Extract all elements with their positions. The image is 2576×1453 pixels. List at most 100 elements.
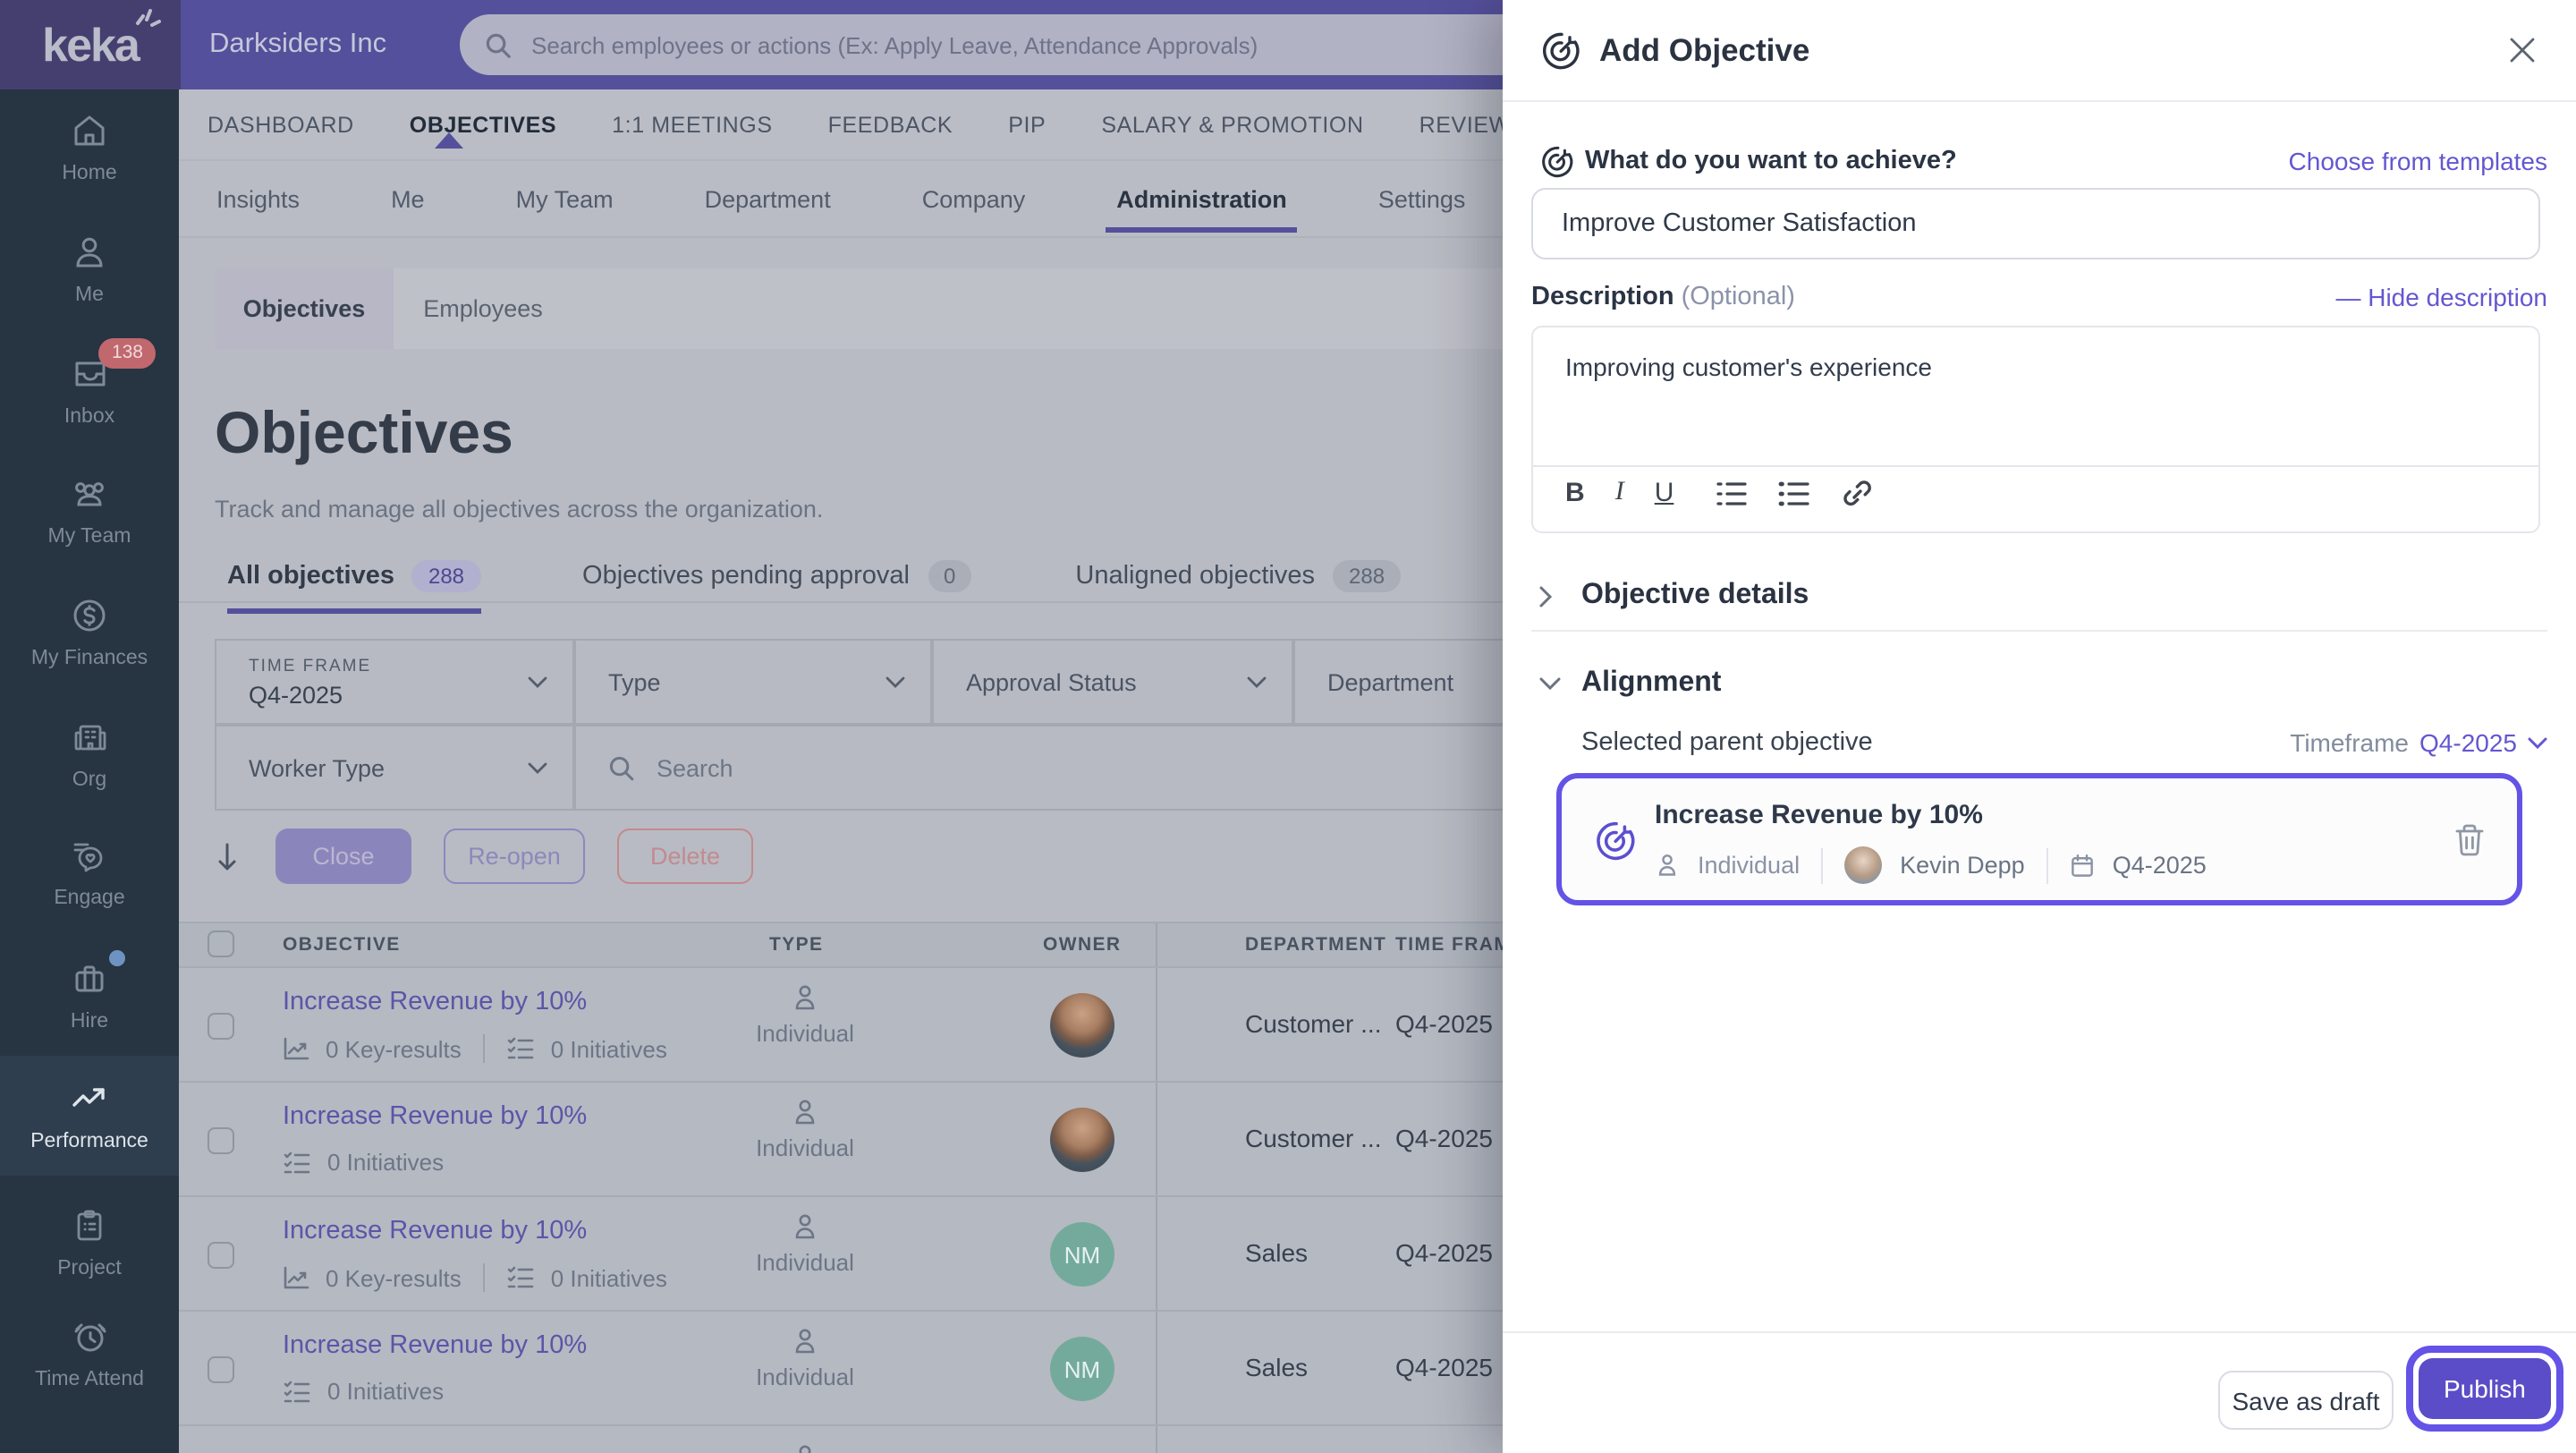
tab-feedback[interactable]: FEEDBACK — [828, 112, 953, 137]
bold-icon[interactable]: B — [1565, 478, 1585, 508]
initiatives-count: 0 Initiatives — [327, 1149, 444, 1176]
view-tab-objectives[interactable]: Objectives — [215, 268, 394, 349]
select-all-checkbox[interactable] — [208, 930, 234, 957]
objective-name-input[interactable] — [1531, 188, 2540, 259]
link-icon[interactable] — [1840, 478, 1872, 508]
row-checkbox[interactable] — [208, 1127, 234, 1154]
sidebar-item-org[interactable]: Org — [0, 714, 179, 818]
alignment-section[interactable]: Alignment — [1503, 657, 2576, 710]
sidebar-item-time-attend[interactable]: Time Attend — [0, 1313, 179, 1417]
sidebar-item-my-finances[interactable]: My Finances — [0, 592, 179, 696]
initiatives-count: 0 Initiatives — [551, 1264, 667, 1291]
objective-details-section[interactable]: Objective details — [1503, 569, 2576, 623]
department-cell: Sales — [1245, 1238, 1308, 1267]
tab-unaligned-objectives[interactable]: Unaligned objectives 288 — [1075, 560, 1401, 614]
logo-spark-icon — [135, 7, 164, 32]
ordered-list-icon[interactable] — [1715, 479, 1747, 507]
owner-avatar[interactable] — [1050, 993, 1114, 1058]
sidebar-item-me[interactable]: Me — [0, 229, 179, 333]
subtab-me[interactable]: Me — [387, 166, 428, 232]
subtab-settings[interactable]: Settings — [1375, 166, 1470, 232]
owner-avatar[interactable] — [1050, 1108, 1114, 1172]
tab-1-1-meetings[interactable]: 1:1 MEETINGS — [612, 112, 772, 137]
row-checkbox[interactable] — [208, 1242, 234, 1269]
choose-from-templates-link[interactable]: Choose from templates — [2289, 147, 2547, 175]
save-as-draft-button[interactable]: Save as draft — [2218, 1371, 2394, 1430]
sidebar-item-performance[interactable]: Performance — [0, 1075, 179, 1179]
bullet-list-icon[interactable] — [1777, 479, 1809, 507]
tab-all-objectives[interactable]: All objectives 288 — [227, 560, 480, 614]
tab-pending-approval[interactable]: Objectives pending approval 0 — [582, 560, 971, 614]
objective-target-icon — [1538, 29, 1583, 73]
selected-parent-objective-card[interactable]: Increase Revenue by 10% Individual Kevin… — [1556, 773, 2522, 905]
logo-text: keka — [42, 18, 139, 72]
close-button[interactable]: Close — [275, 828, 411, 884]
target-icon — [1592, 818, 1639, 864]
publish-button[interactable]: Publish — [2419, 1358, 2551, 1419]
sidebar-item-my-team[interactable]: My Team — [0, 471, 179, 574]
chevron-down-icon — [528, 676, 547, 688]
objective-link[interactable]: Increase Revenue by 10% — [283, 1331, 587, 1360]
sidebar-item-inbox[interactable]: 138 Inbox — [0, 351, 179, 455]
subtab-company[interactable]: Company — [919, 166, 1030, 232]
tab-objectives[interactable]: OBJECTIVES — [410, 112, 556, 137]
hire-icon — [70, 956, 109, 1002]
active-tab-pointer — [435, 132, 463, 149]
keka-logo[interactable]: keka — [0, 0, 181, 89]
initiatives-icon — [283, 1379, 311, 1404]
description-editor[interactable]: Improving customer's experience B I U — [1531, 326, 2540, 533]
individual-icon — [791, 1326, 819, 1356]
key-results-count: 0 Key-results — [326, 1035, 462, 1062]
description-optional-label: (Optional) — [1682, 283, 1795, 311]
subtab-administration[interactable]: Administration — [1113, 166, 1291, 232]
publish-highlight-ring: Publish — [2406, 1346, 2563, 1432]
delete-button[interactable]: Delete — [617, 828, 753, 884]
individual-icon — [791, 1442, 819, 1453]
reopen-button[interactable]: Re-open — [444, 828, 585, 884]
sidebar-item-hire[interactable]: Hire — [0, 956, 179, 1059]
subtab-department[interactable]: Department — [701, 166, 835, 232]
company-name: Darksiders Inc — [209, 0, 386, 89]
objective-link[interactable]: Increase Revenue by 10% — [283, 1102, 587, 1131]
chevron-right-icon — [1538, 584, 1553, 608]
inbox-count-badge: 138 — [99, 338, 156, 368]
underline-icon[interactable]: U — [1655, 478, 1674, 508]
filter-search-input[interactable] — [653, 752, 1190, 783]
italic-icon[interactable]: I — [1615, 478, 1624, 508]
hide-description-link[interactable]: — Hide description — [2335, 283, 2547, 311]
trash-icon[interactable] — [2454, 823, 2485, 857]
tab-salary-promotion[interactable]: SALARY & PROMOTION — [1101, 112, 1363, 137]
filter-approval-status[interactable]: Approval Status — [932, 639, 1293, 725]
row-checkbox[interactable] — [208, 1013, 234, 1040]
view-tab-employees[interactable]: Employees — [394, 268, 572, 349]
global-search-input[interactable] — [528, 30, 1508, 60]
sidebar-item-project[interactable]: Project — [0, 1202, 179, 1306]
filter-time-frame[interactable]: TIME FRAME Q4-2025 — [215, 639, 574, 725]
objective-link[interactable]: Increase Revenue by 10% — [283, 1217, 587, 1245]
tab-dashboard[interactable]: DASHBOARD — [208, 112, 354, 137]
department-cell: Sales — [1245, 1353, 1308, 1381]
row-checkbox[interactable] — [208, 1356, 234, 1383]
chevron-down-icon — [1247, 676, 1267, 688]
chevron-down-icon — [2528, 736, 2547, 749]
filter-type[interactable]: Type — [574, 639, 932, 725]
objective-link[interactable]: Increase Revenue by 10% — [283, 988, 587, 1016]
timeframe-dropdown[interactable]: Timeframe Q4-2025 — [2290, 728, 2547, 757]
tab-pip[interactable]: PIP — [1008, 112, 1046, 137]
finances-icon — [70, 592, 109, 639]
sidebar-item-home[interactable]: Home — [0, 107, 179, 211]
owner-avatar[interactable]: NM — [1050, 1337, 1114, 1401]
close-icon[interactable] — [2504, 32, 2540, 68]
description-text[interactable]: Improving customer's experience — [1565, 353, 1932, 381]
sort-descending-icon[interactable] — [215, 840, 240, 872]
add-objective-panel: Add Objective What do you want to achiev… — [1503, 0, 2576, 1453]
global-search[interactable] — [460, 14, 1533, 75]
editor-toolbar: B I U — [1565, 478, 1872, 508]
subtab-insights[interactable]: Insights — [213, 166, 303, 232]
unaligned-objectives-count: 288 — [1333, 560, 1401, 592]
individual-icon — [791, 982, 819, 1013]
subtab-my-team[interactable]: My Team — [513, 166, 617, 232]
owner-avatar[interactable]: NM — [1050, 1222, 1114, 1287]
sidebar-item-engage[interactable]: Engage — [0, 832, 179, 936]
filter-worker-type[interactable]: Worker Type — [215, 725, 574, 811]
